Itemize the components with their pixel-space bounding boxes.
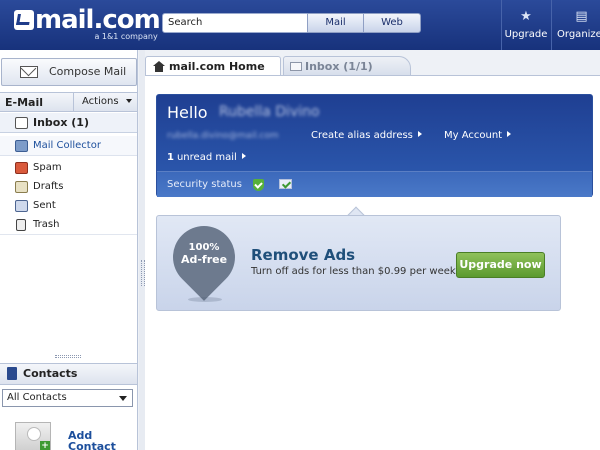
organizer-icon: ▤ xyxy=(575,9,588,24)
organizer-button[interactable]: ▤ Organizer xyxy=(551,0,600,50)
welcome-card: Hello Rubella Divino rubella.divino@mail… xyxy=(156,94,593,197)
shield-check-icon[interactable] xyxy=(253,179,264,191)
ad-free-badge: 100% Ad-free xyxy=(180,242,228,266)
trash-icon xyxy=(16,219,26,231)
folder-drafts[interactable]: Drafts xyxy=(0,177,137,197)
folder-mail-collector[interactable]: Mail Collector xyxy=(0,136,137,156)
actions-dropdown[interactable]: Actions xyxy=(73,93,137,111)
drafts-icon xyxy=(15,181,28,193)
inbox-icon xyxy=(15,117,28,129)
logo-wordmark: mail.com xyxy=(14,6,161,34)
user-email: rubella.divino@mail.com xyxy=(167,131,279,141)
envelope-logo-icon xyxy=(14,10,34,30)
mail-collector-icon xyxy=(15,140,28,152)
search-input[interactable]: Search xyxy=(162,13,308,33)
contact-avatar-placeholder[interactable]: + xyxy=(15,422,51,450)
tab-mailcom-home[interactable]: mail.com Home xyxy=(145,56,281,76)
folder-spam[interactable]: Spam xyxy=(0,158,137,178)
upgrade-now-button[interactable]: Upgrade now xyxy=(456,252,545,278)
upgrade-button[interactable]: ★ Upgrade xyxy=(501,0,550,50)
search-web-button[interactable]: Web xyxy=(363,13,421,33)
user-name: Rubella Divino xyxy=(219,104,320,120)
mail-verified-icon[interactable] xyxy=(279,179,292,189)
security-status-bar: Security status xyxy=(157,171,592,197)
folder-inbox[interactable]: Inbox (1) xyxy=(0,113,137,133)
panel-resize-handle[interactable] xyxy=(55,355,81,358)
remove-ads-subtitle: Turn off ads for less than $0.99 per wee… xyxy=(251,266,460,277)
chevron-right-icon xyxy=(417,131,422,137)
my-account-link[interactable]: My Account xyxy=(444,130,512,141)
left-sidebar: Compose Mail E-Mail Actions Inbox (1) Ma… xyxy=(0,50,138,450)
sent-icon xyxy=(15,200,28,212)
home-icon xyxy=(153,61,165,72)
folder-trash[interactable]: Trash xyxy=(0,215,137,235)
unread-mail-link[interactable]: 1 unread mail xyxy=(167,152,246,163)
envelope-icon xyxy=(290,62,302,71)
chevron-down-icon xyxy=(119,396,127,401)
search-mail-button[interactable]: Mail xyxy=(307,13,364,33)
upgrade-star-icon: ★ xyxy=(520,9,532,24)
create-alias-link[interactable]: Create alias address xyxy=(311,130,422,141)
mailcom-logo[interactable]: mail.com a 1&1 company xyxy=(14,6,161,41)
spam-icon xyxy=(15,162,28,174)
tab-inbox[interactable]: Inbox (1/1) xyxy=(283,56,411,76)
envelope-icon xyxy=(20,66,38,78)
chevron-right-icon xyxy=(507,131,512,137)
contacts-section-header: Contacts xyxy=(0,363,137,385)
top-header: mail.com a 1&1 company Search Mail Web ★… xyxy=(0,0,600,50)
contacts-filter-select[interactable]: All Contacts xyxy=(2,389,133,407)
chevron-right-icon xyxy=(241,153,246,159)
email-section-label: E-Mail xyxy=(5,96,43,109)
folder-sent[interactable]: Sent xyxy=(0,196,137,216)
add-icon: + xyxy=(40,441,50,450)
address-book-icon xyxy=(7,367,17,380)
badge-shadow xyxy=(188,297,222,302)
remove-ads-title: Remove Ads xyxy=(251,246,356,264)
compose-mail-button[interactable]: Compose Mail xyxy=(1,58,137,86)
email-section-header: E-Mail Actions xyxy=(0,92,137,112)
hello-greeting: Hello xyxy=(167,103,208,122)
chevron-down-icon xyxy=(125,99,132,103)
add-contact-link[interactable]: Add Contact xyxy=(68,430,128,450)
